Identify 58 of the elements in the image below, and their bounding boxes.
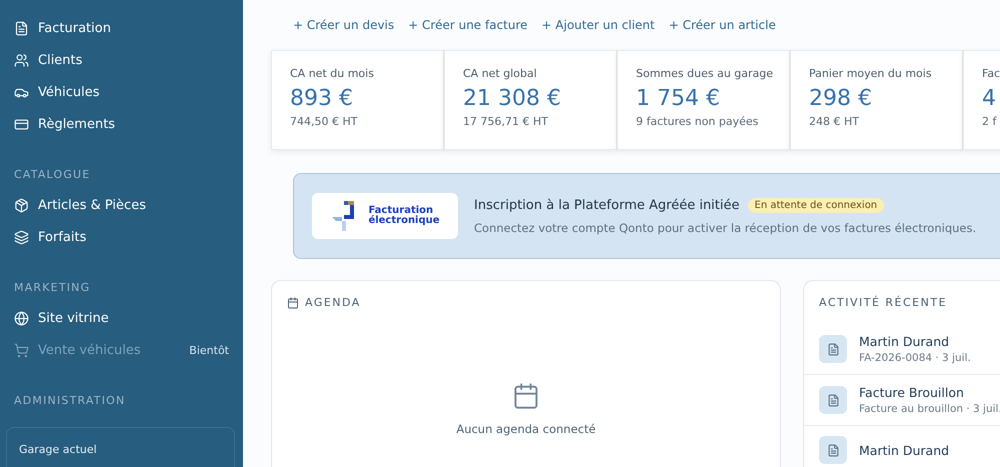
cart-icon [14, 342, 29, 358]
empty-message: Aucun agenda connecté [456, 422, 596, 436]
panel-title: AGENDA [305, 296, 361, 309]
activity-row[interactable]: Martin Durand [804, 426, 1000, 467]
users-icon [14, 52, 29, 68]
document-icon [819, 386, 847, 414]
activity-row[interactable]: Martin Durand FA-2026-0084 · 3 juil. [804, 324, 1000, 375]
calendar-icon [287, 296, 299, 308]
garage-label: Garage actuel [19, 443, 97, 456]
document-icon [819, 335, 847, 363]
status-badge: En attente de connexion [748, 198, 884, 212]
stat-value: 21 308 € [463, 86, 562, 111]
stat-label: Sommes dues au garage [636, 67, 771, 80]
stat-subtext: 2 f [982, 115, 998, 128]
section-title: ADMINISTRATION [13, 393, 126, 409]
stat-label: CA net global [463, 67, 538, 80]
stat-subtext: 744,50 € HT [290, 115, 358, 128]
quick-action-link[interactable]: + Créer une facture [408, 18, 528, 32]
quick-action-link[interactable]: + Créer un devis [293, 18, 394, 32]
activity-name: Martin Durand [859, 442, 950, 458]
soon-label: Bientôt [189, 344, 229, 356]
nav-item[interactable]: Site vitrine [0, 302, 243, 334]
stat-value: 1 754 € [636, 86, 721, 111]
nav-item[interactable]: Règlements [0, 108, 243, 140]
activity-detail: FA-2026-0084 · 3 juil. [859, 352, 971, 364]
nav-item[interactable]: Forfaits [0, 221, 243, 253]
garage-card[interactable]: Garage actuel [6, 427, 235, 467]
quick-action-link[interactable]: + Créer un article [668, 18, 776, 32]
document-icon [14, 20, 29, 36]
calendar-icon [512, 382, 540, 410]
banner-title: Inscription à la Plateforme Agréée initiée [474, 198, 740, 212]
stat-value: 4 [982, 86, 997, 111]
quick-action-link[interactable]: + Ajouter un client [542, 18, 655, 32]
nav-item[interactable]: Clients [0, 44, 243, 76]
stat-label: CA net du mois [290, 67, 375, 80]
document-icon [819, 436, 847, 464]
nav-item[interactable]: Articles & Pièces [0, 189, 243, 221]
section-title: CATALOGUE [13, 167, 92, 183]
nav-item[interactable]: Facturation [0, 12, 243, 44]
stat-subtext: 17 756,71 € HT [463, 115, 549, 128]
panel-title: ACTIVITÉ RÉCENTE [819, 296, 948, 309]
layers-icon [14, 230, 29, 244]
stat-value: 298 € [809, 86, 873, 111]
card-icon [14, 116, 29, 132]
nav-item[interactable]: Véhicules [0, 76, 243, 108]
logo-text: électronique [368, 216, 440, 226]
stat-subtext: 248 € HT [809, 115, 860, 128]
section-title: MARKETING [13, 280, 92, 296]
logo-text: Facturation [368, 206, 434, 216]
banner-text: Connectez votre compte Qonto pour activer la réception de vos factures électroniques. [474, 220, 976, 234]
stat-label: Panier moyen du mois [809, 67, 933, 80]
activity-name: Facture Brouillon [859, 385, 965, 400]
stat-label: Fac [982, 67, 1000, 80]
activity-name: Martin Durand [859, 334, 950, 349]
stat-value: 893 € [290, 86, 354, 111]
globe-icon [14, 310, 29, 326]
stat-subtext: 9 factures non payées [636, 115, 760, 128]
package-icon [14, 198, 29, 212]
